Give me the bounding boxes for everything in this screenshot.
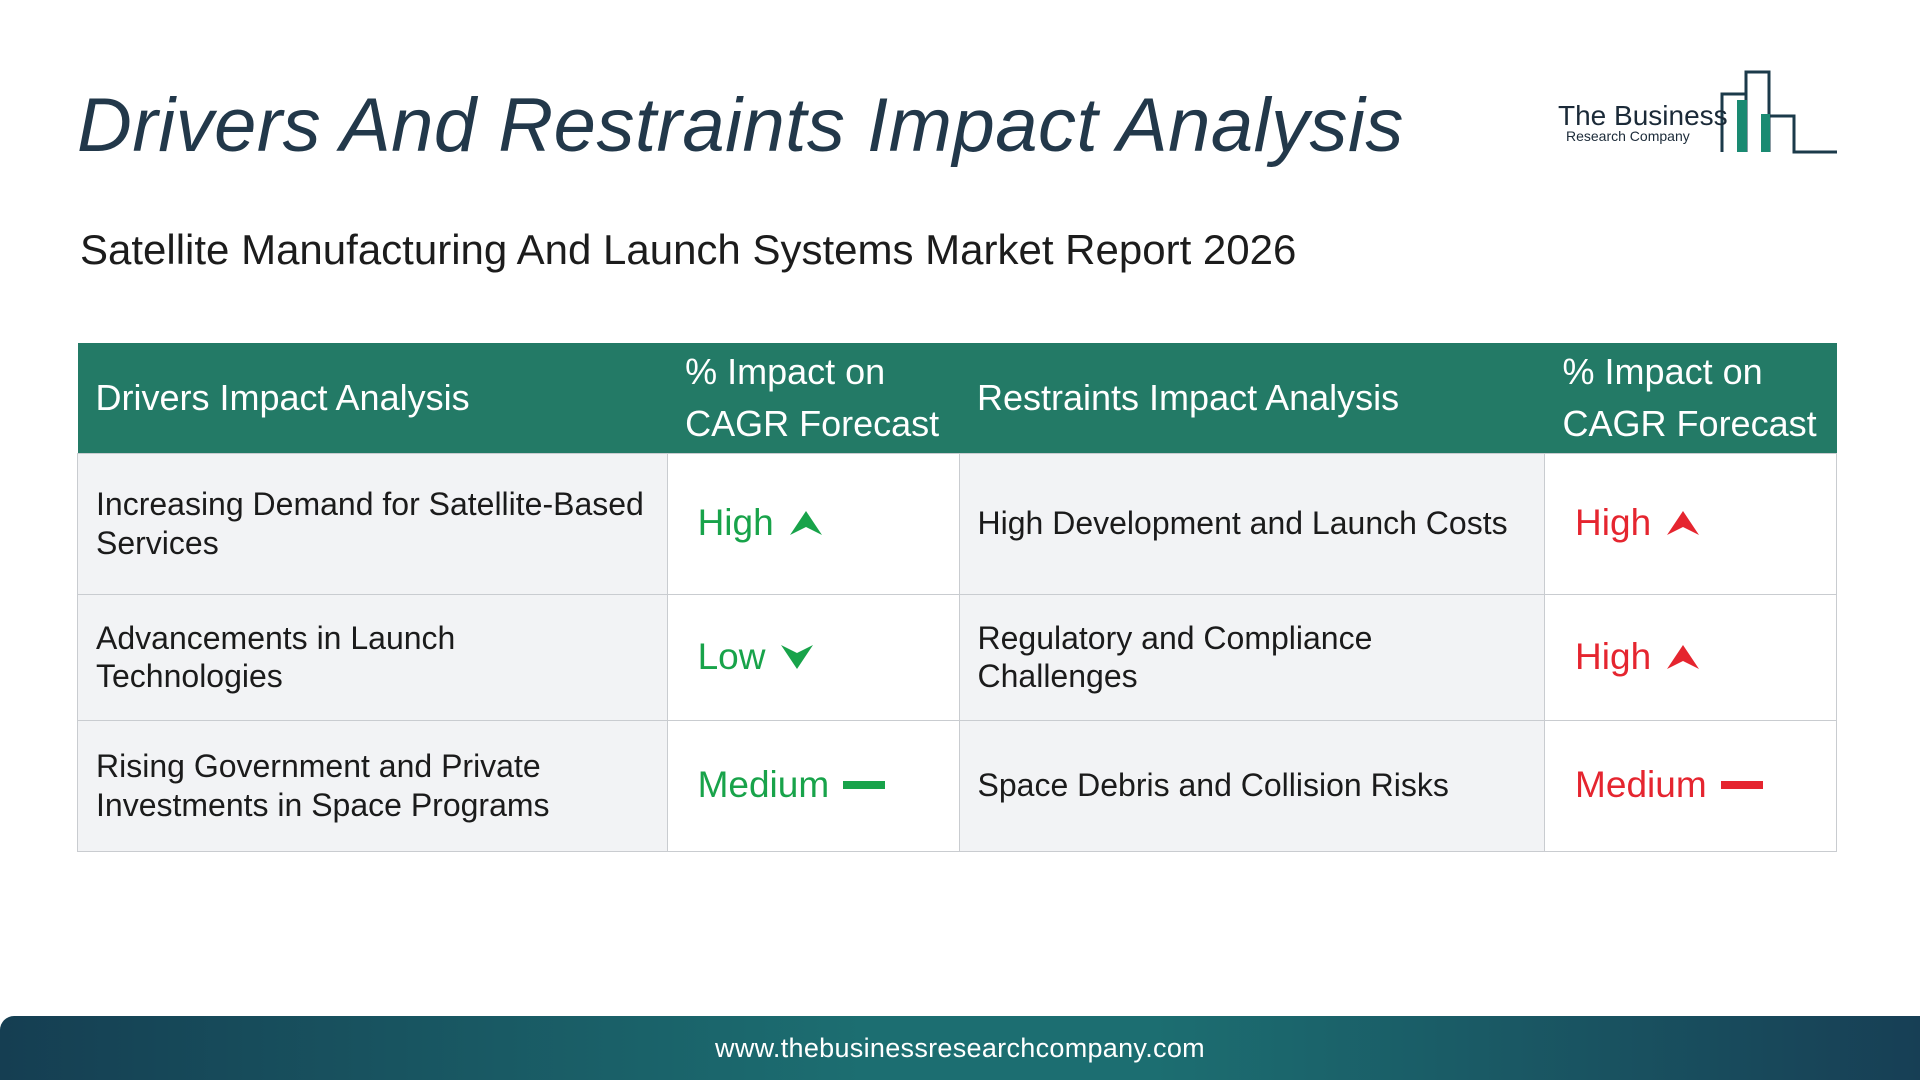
- impact-table: Drivers Impact Analysis % Impact on CAGR…: [77, 343, 1837, 852]
- driver-impact-cell: High: [666, 452, 960, 595]
- impact-label: High: [697, 502, 774, 544]
- driver-cell: Rising Government and Private Investment…: [77, 719, 668, 852]
- driver-impact-cell: Low: [666, 593, 960, 721]
- impact-label: High: [1575, 635, 1652, 677]
- restraint-cell: High Development and Launch Costs: [958, 452, 1546, 595]
- company-logo: The Business Research Company: [1550, 66, 1840, 156]
- restraint-cell: Space Debris and Collision Risks: [958, 719, 1546, 852]
- logo-line2: Research Company: [1566, 128, 1690, 144]
- restraint-impact-cell: High: [1544, 452, 1837, 595]
- arrow-up-icon: [1667, 511, 1700, 536]
- restraint-cell: Regulatory and Compliance Challenges: [958, 593, 1546, 721]
- driver-impact-cell: Medium: [666, 719, 960, 852]
- arrow-down-icon: [781, 644, 814, 669]
- dash-icon: [1720, 781, 1763, 790]
- table-row: Advancements in Launch Technologies Low …: [77, 593, 1837, 721]
- impact-label: Medium: [1575, 764, 1707, 806]
- dash-icon: [843, 781, 886, 790]
- table-row: Increasing Demand for Satellite-Based Se…: [77, 452, 1837, 595]
- footer-bar: www.thebusinessresearchcompany.com: [0, 1016, 1920, 1080]
- header-restraints: Restraints Impact Analysis: [959, 343, 1545, 453]
- restraint-impact-cell: Medium: [1544, 719, 1837, 852]
- driver-cell: Advancements in Launch Technologies: [77, 593, 668, 721]
- slide: Drivers And Restraints Impact Analysis S…: [0, 0, 1920, 1080]
- arrow-up-icon: [789, 511, 822, 536]
- header-drivers-impact: % Impact on CAGR Forecast: [667, 343, 959, 453]
- driver-cell: Increasing Demand for Satellite-Based Se…: [77, 452, 668, 595]
- restraint-impact-cell: High: [1544, 593, 1837, 721]
- header-restraints-impact: % Impact on CAGR Forecast: [1544, 343, 1837, 453]
- impact-label: High: [1575, 502, 1652, 544]
- table-header-row: Drivers Impact Analysis % Impact on CAGR…: [77, 343, 1837, 453]
- header-drivers: Drivers Impact Analysis: [77, 343, 668, 453]
- page-title: Drivers And Restraints Impact Analysis: [77, 83, 1404, 168]
- impact-label: Low: [697, 635, 766, 677]
- arrow-up-icon: [1667, 644, 1700, 669]
- report-subtitle: Satellite Manufacturing And Launch Syste…: [80, 226, 1297, 273]
- table-row: Rising Government and Private Investment…: [77, 719, 1837, 852]
- footer-url-link[interactable]: www.thebusinessresearchcompany.com: [715, 1033, 1205, 1064]
- impact-label: Medium: [697, 764, 830, 806]
